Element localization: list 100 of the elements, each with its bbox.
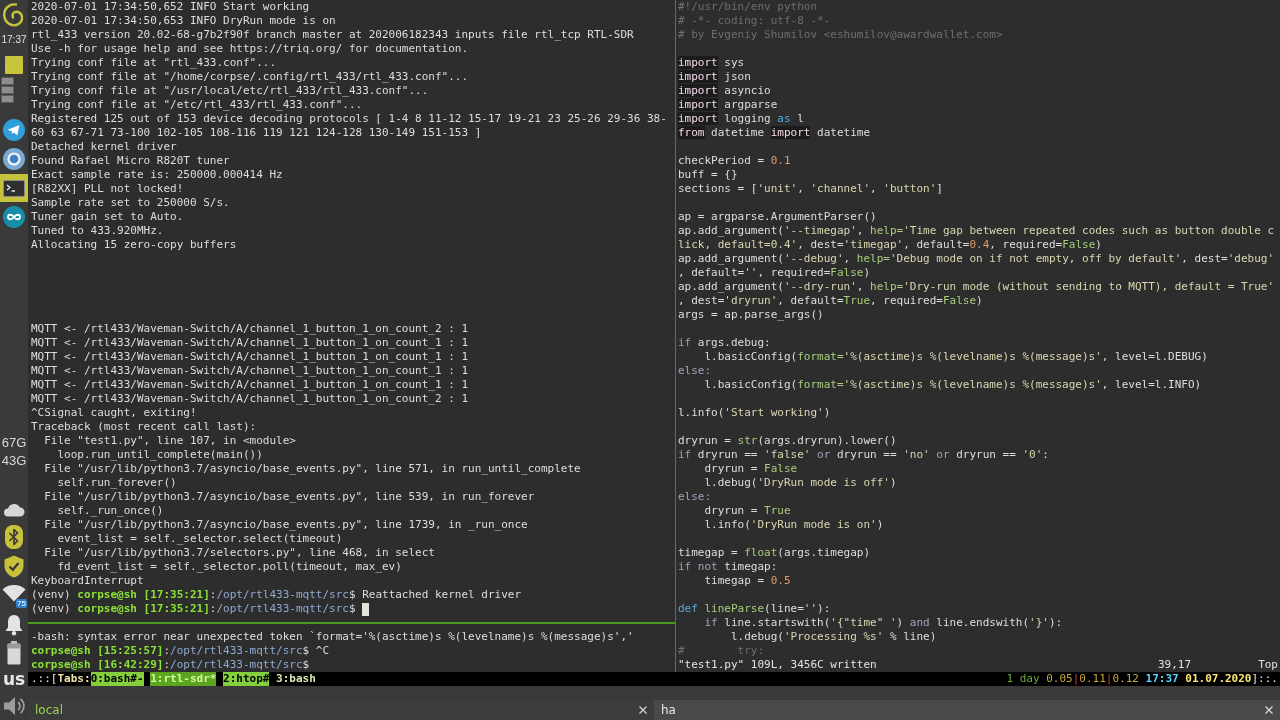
code-line: import asyncio xyxy=(678,84,771,98)
code-line: dryrun = False xyxy=(703,462,798,476)
terminal-line: MQTT <- /rtl433/Waveman-Switch/A/channel_1_button_1_on_count_1 : 1 xyxy=(31,364,469,378)
launcher-button[interactable] xyxy=(0,203,28,231)
code-line: , dest='dryrun', default=True, required=False) xyxy=(678,294,983,308)
date-text: 01.07.2020 xyxy=(1185,672,1252,686)
code-line: l.basicConfig(format='%(asctime)s %(levelname)s %(message)s', level=l.DEBUG) xyxy=(703,350,1208,364)
terminal-line: Tuned to 433.920MHz. xyxy=(31,224,164,238)
terminal-line: -bash: syntax error near unexpected token `format='%(asctime)s %(levelname)s %(message)s',' xyxy=(31,630,634,644)
launcher-button[interactable] xyxy=(0,116,28,144)
code-line: # by Evgeniy Shumilov <eshumilov@awardwallet.com> xyxy=(678,28,1003,42)
terminal-line: File "/usr/lib/python3.7/selectors.py", line 468, in select xyxy=(43,546,435,560)
terminal-line: corpse@sh [16:42:29]:/opt/rtl433-mqtt/src$ xyxy=(31,658,310,672)
load-average: 0.05|0.11|0.12 xyxy=(1046,672,1139,686)
terminal-line: Traceback (most recent call last): xyxy=(31,420,257,434)
battery-icon[interactable] xyxy=(7,641,21,665)
spiral-logo-icon[interactable] xyxy=(2,2,26,29)
code-line: lick, default=0.4', dest='timegap', default=0.4, required=False) xyxy=(678,238,1102,252)
shield-check-icon[interactable] xyxy=(4,555,24,578)
terminal-icon xyxy=(3,179,25,197)
code-line: # -*- coding: utf-8 -*- xyxy=(678,14,831,28)
terminal-line: Trying conf file at "/usr/local/etc/rtl_433/rtl_433.conf"... xyxy=(31,84,429,98)
terminal-line: MQTT <- /rtl433/Waveman-Switch/A/channel_1_button_1_on_count_2 : 1 xyxy=(31,392,469,406)
speaker-icon[interactable] xyxy=(2,694,26,718)
terminal-tab[interactable]: ha xyxy=(654,700,1280,720)
uptime-text: 1 day xyxy=(1006,672,1040,686)
terminal-line: File "/usr/lib/python3.7/asyncio/base_events.py", line 571, in run_until_complete xyxy=(43,462,581,476)
status-suffix: ]::. xyxy=(1251,672,1278,686)
code-line: ap = argparse.ArgumentParser() xyxy=(678,210,877,224)
code-line: l.debug('DryRun mode is off') xyxy=(703,476,897,490)
keyboard-layout[interactable]: us xyxy=(2,669,26,689)
code-line: buff = {} xyxy=(678,168,738,182)
terminal-line: 2020-07-01 17:34:50,652 INFO Start working xyxy=(31,0,310,14)
terminal-line: self.run_forever() xyxy=(56,476,177,490)
status-prefix: .::[ xyxy=(31,672,58,686)
code-line: else: xyxy=(678,364,712,378)
terminal-line: Trying conf file at "rtl_433.conf"... xyxy=(31,56,277,70)
session-label: Tabs: xyxy=(57,672,91,686)
code-line: # try: xyxy=(678,644,765,658)
code-line: checkPeriod = 0.1 xyxy=(678,154,791,168)
terminal-line: Found Rafael Micro R820T tuner xyxy=(31,154,230,168)
window-tab[interactable]: 3:bash xyxy=(276,672,316,686)
code-line: dryrun = str(args.dryrun).lower() xyxy=(678,434,897,448)
terminal-line: event_list = self._selector.select(timeout) xyxy=(56,532,343,546)
terminal-line: Use -h for usage help and see https://triq.org/ for documentation. xyxy=(31,42,469,56)
code-line: l.info('Start working') xyxy=(678,406,831,420)
window-tab[interactable]: 2:htop# xyxy=(223,672,270,686)
code-line: ap.add_argument('--debug', help='Debug mode on if not empty, off by default', dest='debug' xyxy=(678,252,1275,266)
code-line: else: xyxy=(678,490,712,504)
launcher-button[interactable] xyxy=(0,174,28,202)
terminal-line: File "test1.py", line 107, in <module> xyxy=(43,434,296,448)
code-line: sections = ['unit', 'channel', 'button'] xyxy=(678,182,943,196)
terminal-line: File "/usr/lib/python3.7/asyncio/base_events.py", line 539, in run_forever xyxy=(43,490,535,504)
terminal-line: MQTT <- /rtl433/Waveman-Switch/A/channel_1_button_1_on_count_2 : 1 xyxy=(31,322,469,336)
terminal-line: (venv) corpse@sh [17:35:21]:/opt/rtl433-mqtt/src$ Reattached kernel driver xyxy=(31,588,522,602)
terminal-line: MQTT <- /rtl433/Waveman-Switch/A/channel_1_button_1_on_count_1 : 1 xyxy=(31,350,469,364)
launcher-button[interactable] xyxy=(0,145,28,173)
signal-badge: 75 xyxy=(16,599,27,608)
bluetooth-icon[interactable] xyxy=(5,525,23,549)
clock-text: 17:37 xyxy=(1145,672,1179,686)
status-message: "test1.py" 109L, 3456C written xyxy=(678,658,878,672)
scroll-position: Top xyxy=(1258,658,1278,672)
window-tab[interactable]: 0:bash#- xyxy=(90,672,144,686)
close-icon[interactable] xyxy=(1265,706,1273,714)
code-line: import json xyxy=(678,70,751,84)
code-line: import sys xyxy=(678,56,745,70)
terminal-line: Exact sample rate is: 250000.000414 Hz xyxy=(31,168,283,182)
code-line: if dryrun == 'false' or dryrun == 'no' or dryrun == '0': xyxy=(678,448,1049,462)
code-line: if args.debug: xyxy=(678,336,771,350)
cloud-icon[interactable] xyxy=(3,501,25,517)
terminal-line: Trying conf file at "/home/corpse/.config/rtl_433/rtl_433.conf"... xyxy=(31,70,469,84)
code-line: timegap = 0.5 xyxy=(703,574,791,588)
code-line: #!/usr/bin/env python xyxy=(678,0,818,14)
cursor-position: 39,17 xyxy=(1158,658,1192,672)
code-line: from datetime import datetime xyxy=(678,126,871,140)
code-line: dryrun = True xyxy=(703,504,791,518)
bell-icon[interactable] xyxy=(4,614,24,636)
code-line: args = ap.parse_args() xyxy=(678,308,824,322)
code-line: l.basicConfig(format='%(asctime)s %(levelname)s %(message)s', level=l.INFO) xyxy=(703,378,1202,392)
terminal-line: fd_event_list = self._selector.poll(timeout, max_ev) xyxy=(56,560,402,574)
terminal-line: File "/usr/lib/python3.7/asyncio/base_events.py", line 1739, in _run_once xyxy=(43,518,528,532)
code-line: , default='', required=False) xyxy=(678,266,871,280)
close-icon[interactable] xyxy=(639,706,647,714)
terminal-line: [R82XX] PLL not locked! xyxy=(31,182,184,196)
terminal-line: (venv) corpse@sh [17:35:21]:/opt/rtl433-mqtt/src$ xyxy=(31,602,357,616)
terminal-line: KeyboardInterrupt xyxy=(31,574,144,588)
clock-text: 17:37 xyxy=(1,33,27,47)
code-line: if line.startswith('{"time" ') and line.endswith('}'): xyxy=(703,616,1063,630)
terminal-line: loop.run_until_complete(main()) xyxy=(56,448,263,462)
code-line: l.debug('Processing %s' % line) xyxy=(729,630,937,644)
terminal-line: self._run_once() xyxy=(56,504,164,518)
terminal-line: Trying conf file at "/etc/rtl_433/rtl_433.conf"... xyxy=(31,98,363,112)
code-line: ap.add_argument('--timegap', help='Time gap between repeated codes such as button double c xyxy=(678,224,1275,238)
paper-plane-icon xyxy=(3,119,25,141)
code-line: def lineParse(line=''): xyxy=(678,602,831,616)
code-line: if not timegap: xyxy=(678,560,778,574)
terminal-line: MQTT <- /rtl433/Waveman-Switch/A/channel_1_button_1_on_count_1 : 1 xyxy=(31,336,469,350)
terminal-line: 2020-07-01 17:34:50,653 INFO DryRun mode is on xyxy=(31,14,336,28)
terminal-line: Registered 125 out of 153 device decoding protocols [ 1-4 8 11-12 15-17 19-21 23 25-26 29-36 38- xyxy=(31,112,667,126)
wifi-icon[interactable] xyxy=(2,584,26,602)
